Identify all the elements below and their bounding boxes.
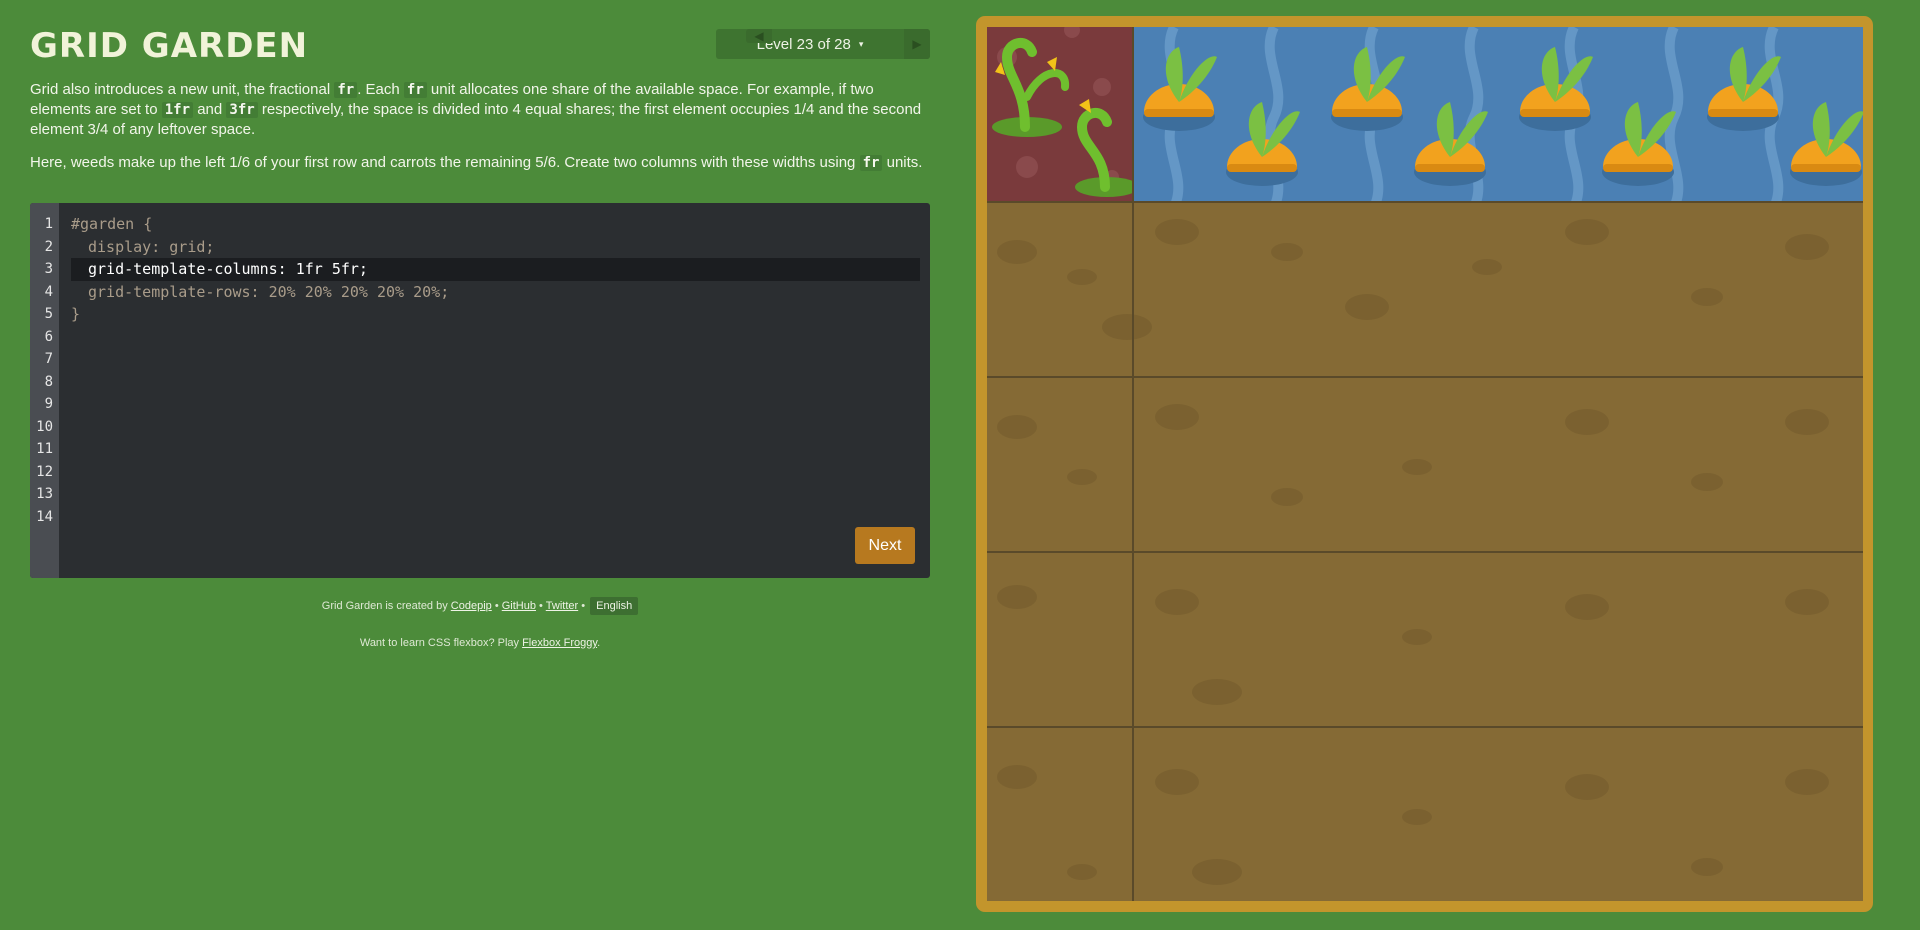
line-number: 1 (44, 216, 53, 232)
code-line-rows: grid-template-rows: 20% 20% 20% 20% 20%; (88, 282, 450, 301)
line-number: 10 (36, 418, 53, 435)
line-number: 2 (44, 238, 53, 255)
level-navigation: ◀ Level 23 of 28 ▾ ▶ (716, 29, 930, 59)
level-indicator[interactable]: Level 23 of 28 ▾ (716, 29, 904, 59)
chevron-left-icon: ◀ (754, 29, 764, 43)
credits: Grid Garden is created by Codepip • GitH… (30, 597, 930, 615)
line-number: 7 (44, 351, 53, 367)
separator: • (491, 600, 502, 612)
instructions-paragraph-1: Grid also introduces a new unit, the fra… (30, 80, 930, 139)
codepip-link[interactable]: Codepip (451, 600, 492, 612)
weed-icon (992, 27, 1132, 197)
instr-text: units. (882, 154, 923, 171)
froggy-prefix: Want to learn CSS flexbox? Play (359, 637, 523, 649)
separator: • (578, 600, 589, 612)
garden-frame (976, 16, 1873, 912)
code-input-line[interactable]: grid-template-columns: 1fr 5fr; (71, 258, 920, 281)
chevron-right-icon: ▶ (912, 37, 922, 51)
line-number: 14 (36, 508, 53, 525)
line-number: 13 (36, 486, 53, 502)
carrot-icon (1143, 27, 1863, 201)
line-number: 5 (44, 306, 53, 322)
twitter-link[interactable]: Twitter (546, 600, 578, 612)
grid-line (987, 201, 1863, 203)
language-button[interactable]: English (590, 597, 639, 615)
credit-prefix: Grid Garden is created by (321, 600, 451, 612)
css-editor: 1 2 3 4 5 6 7 8 9 10 11 12 13 14 #garden… (30, 203, 930, 578)
code-line-selector: #garden { (71, 215, 153, 233)
froggy-suffix: . (597, 637, 601, 649)
code-fr: fr (859, 155, 883, 171)
line-number: 11 (36, 441, 53, 457)
line-number: 9 (44, 396, 53, 412)
line-number: 3 (44, 261, 53, 277)
code-area: #garden { display: grid; grid-template-c… (71, 213, 920, 326)
grid-line (987, 376, 1863, 378)
instr-text: and (193, 101, 227, 118)
garden (987, 27, 1863, 901)
weeds-cell (987, 27, 1134, 201)
github-link[interactable]: GitHub (502, 600, 536, 612)
instr-text: Grid also introduces a new unit, the fra… (30, 81, 335, 98)
carrots-cell (1134, 27, 1863, 201)
code-line-display: display: grid; (88, 237, 215, 256)
line-number: 4 (44, 283, 53, 300)
instr-text: . Each (357, 81, 404, 98)
grid-line (987, 551, 1863, 553)
next-level-button[interactable]: ▶ (904, 29, 930, 59)
line-number: 6 (44, 328, 53, 345)
instructions: Grid also introduces a new unit, the fra… (30, 80, 930, 187)
code-fr: fr (403, 82, 427, 98)
line-number: 12 (36, 463, 53, 480)
code-1fr: 1fr (161, 102, 194, 118)
code-3fr: 3fr (226, 102, 258, 118)
code-line-close: } (71, 305, 81, 323)
prev-level-button[interactable]: ◀ (746, 29, 772, 43)
instructions-paragraph-2: Here, weeds make up the left 1/6 of your… (30, 153, 930, 173)
grid-line (987, 726, 1863, 728)
instr-text: Here, weeds make up the left 1/6 of your… (30, 154, 860, 171)
next-button[interactable]: Next (855, 527, 915, 564)
code-fr: fr (334, 82, 358, 98)
line-number-gutter: 1 2 3 4 5 6 7 8 9 10 11 12 13 14 (30, 203, 59, 578)
froggy-promo: Want to learn CSS flexbox? Play Flexbox … (30, 637, 930, 649)
caret-down-icon: ▾ (858, 38, 864, 49)
page-title: GRID GARDEN (30, 26, 309, 66)
line-number: 8 (44, 373, 53, 390)
separator: • (536, 600, 546, 612)
flexbox-froggy-link[interactable]: Flexbox Froggy (522, 637, 597, 649)
